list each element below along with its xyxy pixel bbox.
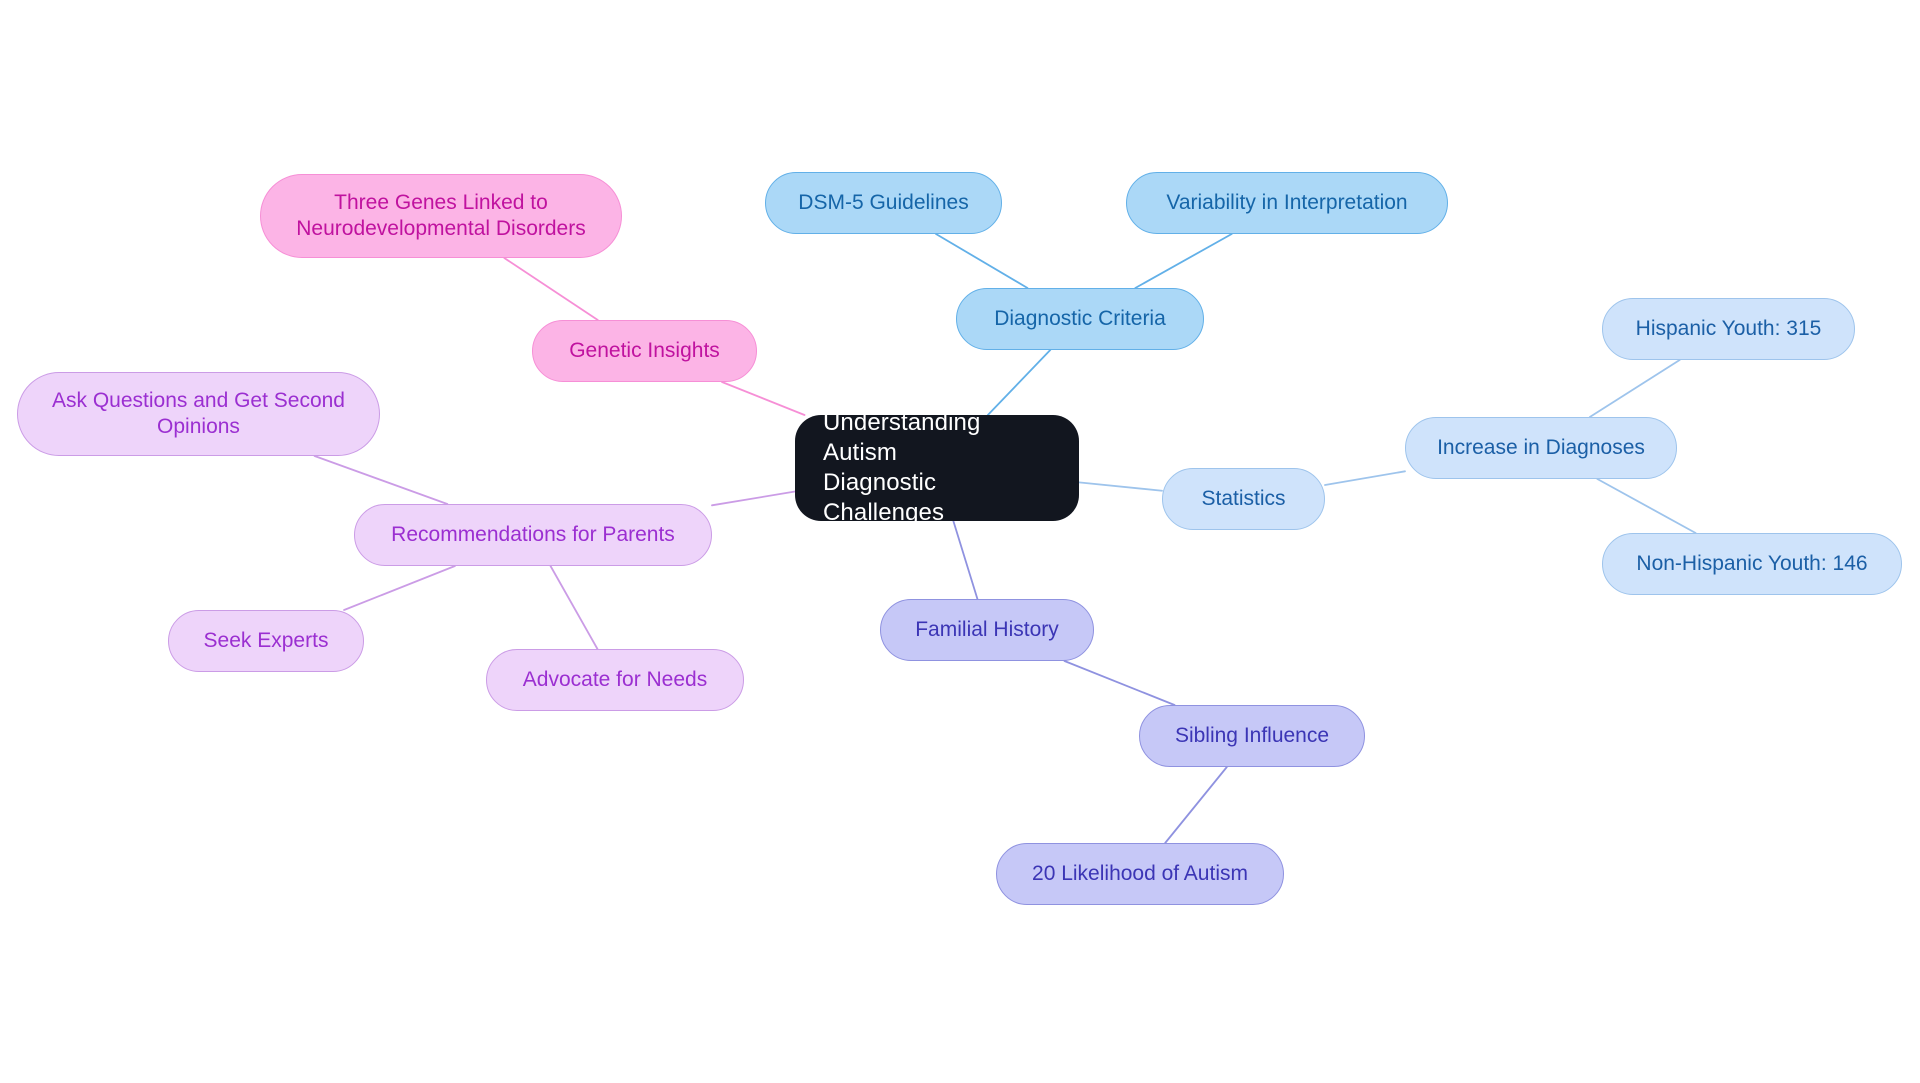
root-node-label: Understanding Autism Diagnostic Challeng… bbox=[823, 408, 981, 527]
node-non-hispanic-youth[interactable]: Non-Hispanic Youth: 146 bbox=[1602, 533, 1902, 595]
link-root-familial bbox=[952, 520, 979, 600]
link-root-recommendations bbox=[711, 490, 796, 507]
node-dsm-5-guidelines[interactable]: DSM-5 Guidelines bbox=[765, 172, 1002, 234]
root-node[interactable]: Understanding Autism Diagnostic Challeng… bbox=[795, 409, 1079, 526]
node-sibling-influence[interactable]: Sibling Influence bbox=[1139, 705, 1365, 767]
node-sibling-influence-label: Sibling Influence bbox=[1174, 723, 1330, 747]
node-statistics[interactable]: Statistics bbox=[1162, 468, 1325, 530]
node-likelihood-of-autism-label: 20 Likelihood of Autism bbox=[1032, 861, 1248, 885]
link-diagnostic-criteria-variability bbox=[1134, 233, 1233, 289]
node-statistics-label: Statistics bbox=[1201, 486, 1286, 510]
node-dsm-5-guidelines-label: DSM-5 Guidelines bbox=[798, 190, 969, 214]
node-ask-questions-second-opinions[interactable]: Ask Questions and Get Second Opinions bbox=[17, 372, 380, 456]
node-advocate-for-needs[interactable]: Advocate for Needs bbox=[486, 649, 744, 711]
node-diagnostic-criteria[interactable]: Diagnostic Criteria bbox=[956, 288, 1204, 350]
node-likelihood-of-autism[interactable]: 20 Likelihood of Autism bbox=[996, 843, 1284, 905]
node-seek-experts-label: Seek Experts bbox=[203, 628, 329, 652]
node-variability-in-interpretation-label: Variability in Interpretation bbox=[1166, 190, 1408, 214]
node-seek-experts[interactable]: Seek Experts bbox=[168, 610, 364, 672]
link-increase-nonhispanic bbox=[1596, 478, 1697, 534]
link-recommendations-advocate bbox=[549, 565, 599, 650]
node-hispanic-youth-label: Hispanic Youth: 315 bbox=[1635, 316, 1822, 340]
node-genetic-insights-label: Genetic Insights bbox=[569, 338, 720, 362]
link-familial-sibling bbox=[1063, 660, 1176, 706]
node-increase-in-diagnoses-label: Increase in Diagnoses bbox=[1437, 435, 1645, 459]
node-advocate-for-needs-label: Advocate for Needs bbox=[522, 667, 708, 691]
link-genetic-three-genes bbox=[503, 257, 599, 321]
node-variability-in-interpretation[interactable]: Variability in Interpretation bbox=[1126, 172, 1448, 234]
link-root-genetic bbox=[721, 381, 806, 416]
link-statistics-increase bbox=[1324, 470, 1406, 486]
node-hispanic-youth[interactable]: Hispanic Youth: 315 bbox=[1602, 298, 1855, 360]
node-familial-history-label: Familial History bbox=[915, 617, 1059, 641]
node-increase-in-diagnoses[interactable]: Increase in Diagnoses bbox=[1405, 417, 1677, 479]
mindmap-canvas: Understanding Autism Diagnostic Challeng… bbox=[0, 0, 1920, 1083]
node-familial-history[interactable]: Familial History bbox=[880, 599, 1094, 661]
link-recommendations-ask-questions bbox=[313, 455, 449, 505]
node-diagnostic-criteria-label: Diagnostic Criteria bbox=[994, 306, 1166, 330]
node-three-genes-linked-label: Three Genes Linked to Neurodevelopmental… bbox=[296, 190, 586, 240]
link-recommendations-seek-experts bbox=[343, 565, 456, 611]
link-root-diagnostic-criteria bbox=[986, 349, 1052, 416]
link-root-statistics bbox=[1078, 481, 1163, 492]
node-non-hispanic-youth-label: Non-Hispanic Youth: 146 bbox=[1636, 551, 1868, 575]
node-recommendations-for-parents[interactable]: Recommendations for Parents bbox=[354, 504, 712, 566]
link-sibling-likelihood bbox=[1164, 766, 1228, 844]
node-ask-questions-second-opinions-label: Ask Questions and Get Second Opinions bbox=[51, 388, 345, 438]
node-three-genes-linked[interactable]: Three Genes Linked to Neurodevelopmental… bbox=[260, 174, 622, 258]
link-diagnostic-criteria-dsm5 bbox=[935, 233, 1029, 289]
link-increase-hispanic bbox=[1588, 359, 1681, 418]
node-recommendations-for-parents-label: Recommendations for Parents bbox=[391, 522, 675, 546]
node-genetic-insights[interactable]: Genetic Insights bbox=[532, 320, 757, 382]
